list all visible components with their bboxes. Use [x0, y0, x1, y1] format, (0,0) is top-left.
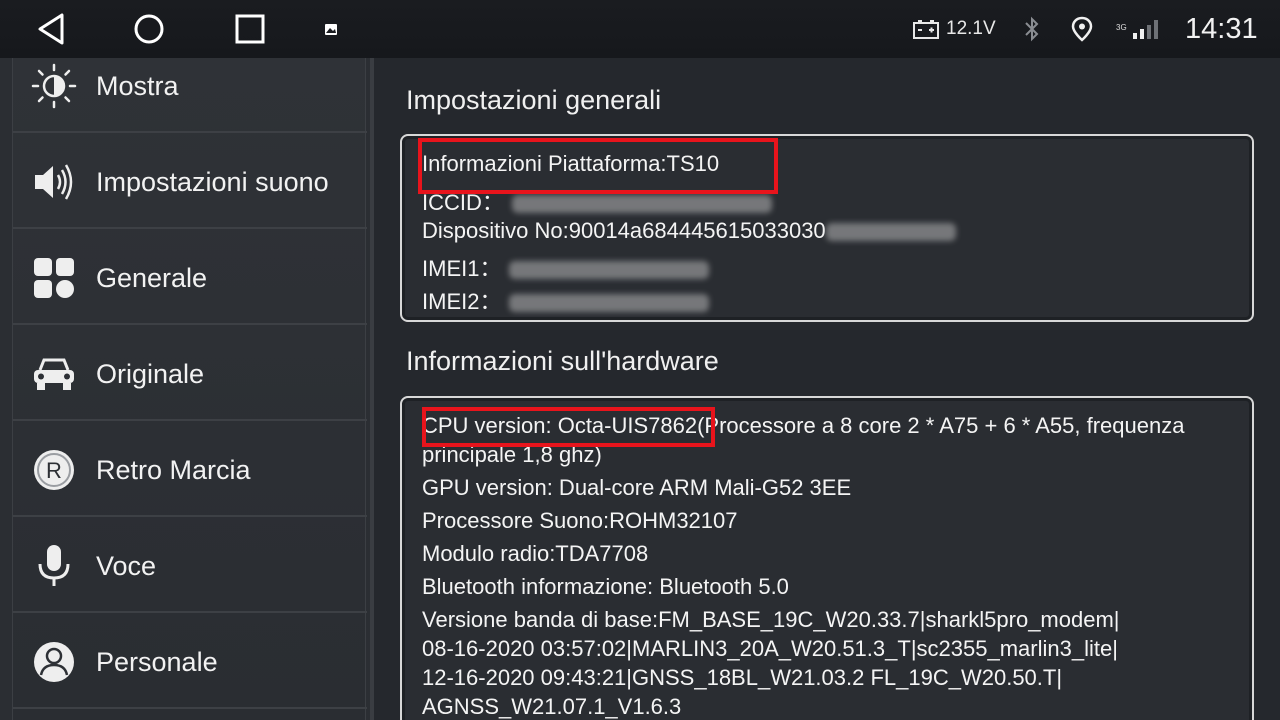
reverse-r-icon: R — [31, 447, 77, 493]
clock: 14:31 — [1185, 12, 1258, 45]
svg-text:R: R — [46, 458, 62, 483]
sidebar-item-impostazioni-suono[interactable]: Impostazioni suono — [13, 134, 367, 230]
battery-voltage-icon — [912, 0, 940, 58]
hardware-info-title: Informazioni sull'hardware — [406, 346, 719, 376]
car-icon — [31, 351, 77, 397]
network-type-label: 3G — [1116, 22, 1127, 32]
sidebar-item-label: Originale — [96, 358, 205, 389]
voltage-readout: 12.1V — [946, 18, 996, 39]
screenshot-icon[interactable] — [317, 10, 357, 48]
sidebar-item-originale[interactable]: Originale — [13, 326, 367, 422]
sidebar-item-label: Personale — [96, 646, 218, 677]
sound-processor: Processore Suono:ROHM32107 — [422, 508, 738, 533]
baseband-line1: Versione banda di base:FM_BASE_19C_W20.3… — [422, 607, 1120, 632]
bluetooth-icon — [1022, 0, 1042, 58]
sidebar-item-label: Mostra — [96, 70, 179, 101]
imei2-label: IMEI2： — [422, 289, 502, 314]
apps-grid-icon — [31, 255, 77, 301]
divider — [13, 515, 367, 517]
sidebar-list: Mostra Impostazioni suono Generale Origi… — [12, 58, 367, 720]
bluetooth-info: Bluetooth informazione: Bluetooth 5.0 — [422, 574, 789, 599]
divider — [13, 611, 367, 613]
home-icon[interactable] — [129, 10, 169, 48]
recent-apps-icon[interactable] — [229, 10, 269, 48]
redacted-value — [825, 223, 956, 242]
signal-icon: 3G — [1116, 0, 1162, 58]
sidebar-item-personale[interactable]: Personale — [13, 614, 367, 710]
person-icon — [31, 639, 77, 685]
divider — [13, 323, 367, 325]
cpu-highlight-box — [422, 407, 715, 447]
device-number-row: Dispositivo No:90014a684445615033030 — [422, 218, 956, 244]
sidebar-item-voce[interactable]: Voce — [13, 518, 367, 614]
settings-sidebar: Mostra Impostazioni suono Generale Origi… — [0, 58, 374, 720]
divider — [13, 227, 367, 229]
platform-highlight-box — [418, 138, 778, 194]
sidebar-item-retro-marcia[interactable]: R Retro Marcia — [13, 422, 367, 518]
general-settings-title: Impostazioni generali — [406, 85, 662, 115]
redacted-value — [511, 195, 772, 214]
baseband-line2: 08-16-2020 03:57:02|MARLIN3_20A_W20.51.3… — [422, 636, 1118, 661]
sidebar-item-mostra[interactable]: Mostra — [13, 58, 367, 134]
redacted-value — [509, 294, 710, 313]
redacted-value — [509, 261, 710, 280]
speaker-icon — [31, 159, 77, 205]
imei1-label: IMEI1： — [422, 256, 502, 281]
divider — [13, 131, 367, 133]
microphone-icon — [31, 543, 77, 589]
divider — [13, 707, 367, 709]
sidebar-item-label: Voce — [96, 550, 157, 581]
back-icon[interactable] — [32, 10, 72, 48]
status-bar: 12.1V 3G 14:31 — [0, 0, 1280, 58]
imei1-row: IMEI1： — [422, 251, 710, 283]
sidebar-item-label: Generale — [96, 262, 208, 293]
divider — [13, 419, 367, 421]
imei2-row: IMEI2： — [422, 284, 710, 316]
gpu-version: GPU version: Dual-core ARM Mali-G52 3EE — [422, 475, 852, 500]
sidebar-item-label: Impostazioni suono — [96, 166, 329, 197]
settings-content[interactable]: Impostazioni generali Informazioni Piatt… — [374, 58, 1280, 720]
brightness-icon — [31, 63, 77, 109]
baseband-line3: 12-16-2020 09:43:21|GNSS_18BL_W21.03.2 F… — [422, 665, 1063, 690]
device-number: Dispositivo No:90014a684445615033030 — [422, 218, 826, 243]
location-icon — [1071, 0, 1093, 58]
sidebar-item-label: Retro Marcia — [96, 454, 251, 485]
baseband-line4: AGNSS_W21.07.1_V1.6.3 — [422, 694, 682, 719]
radio-module: Modulo radio:TDA7708 — [422, 541, 649, 566]
sidebar-item-generale[interactable]: Generale — [13, 230, 367, 326]
